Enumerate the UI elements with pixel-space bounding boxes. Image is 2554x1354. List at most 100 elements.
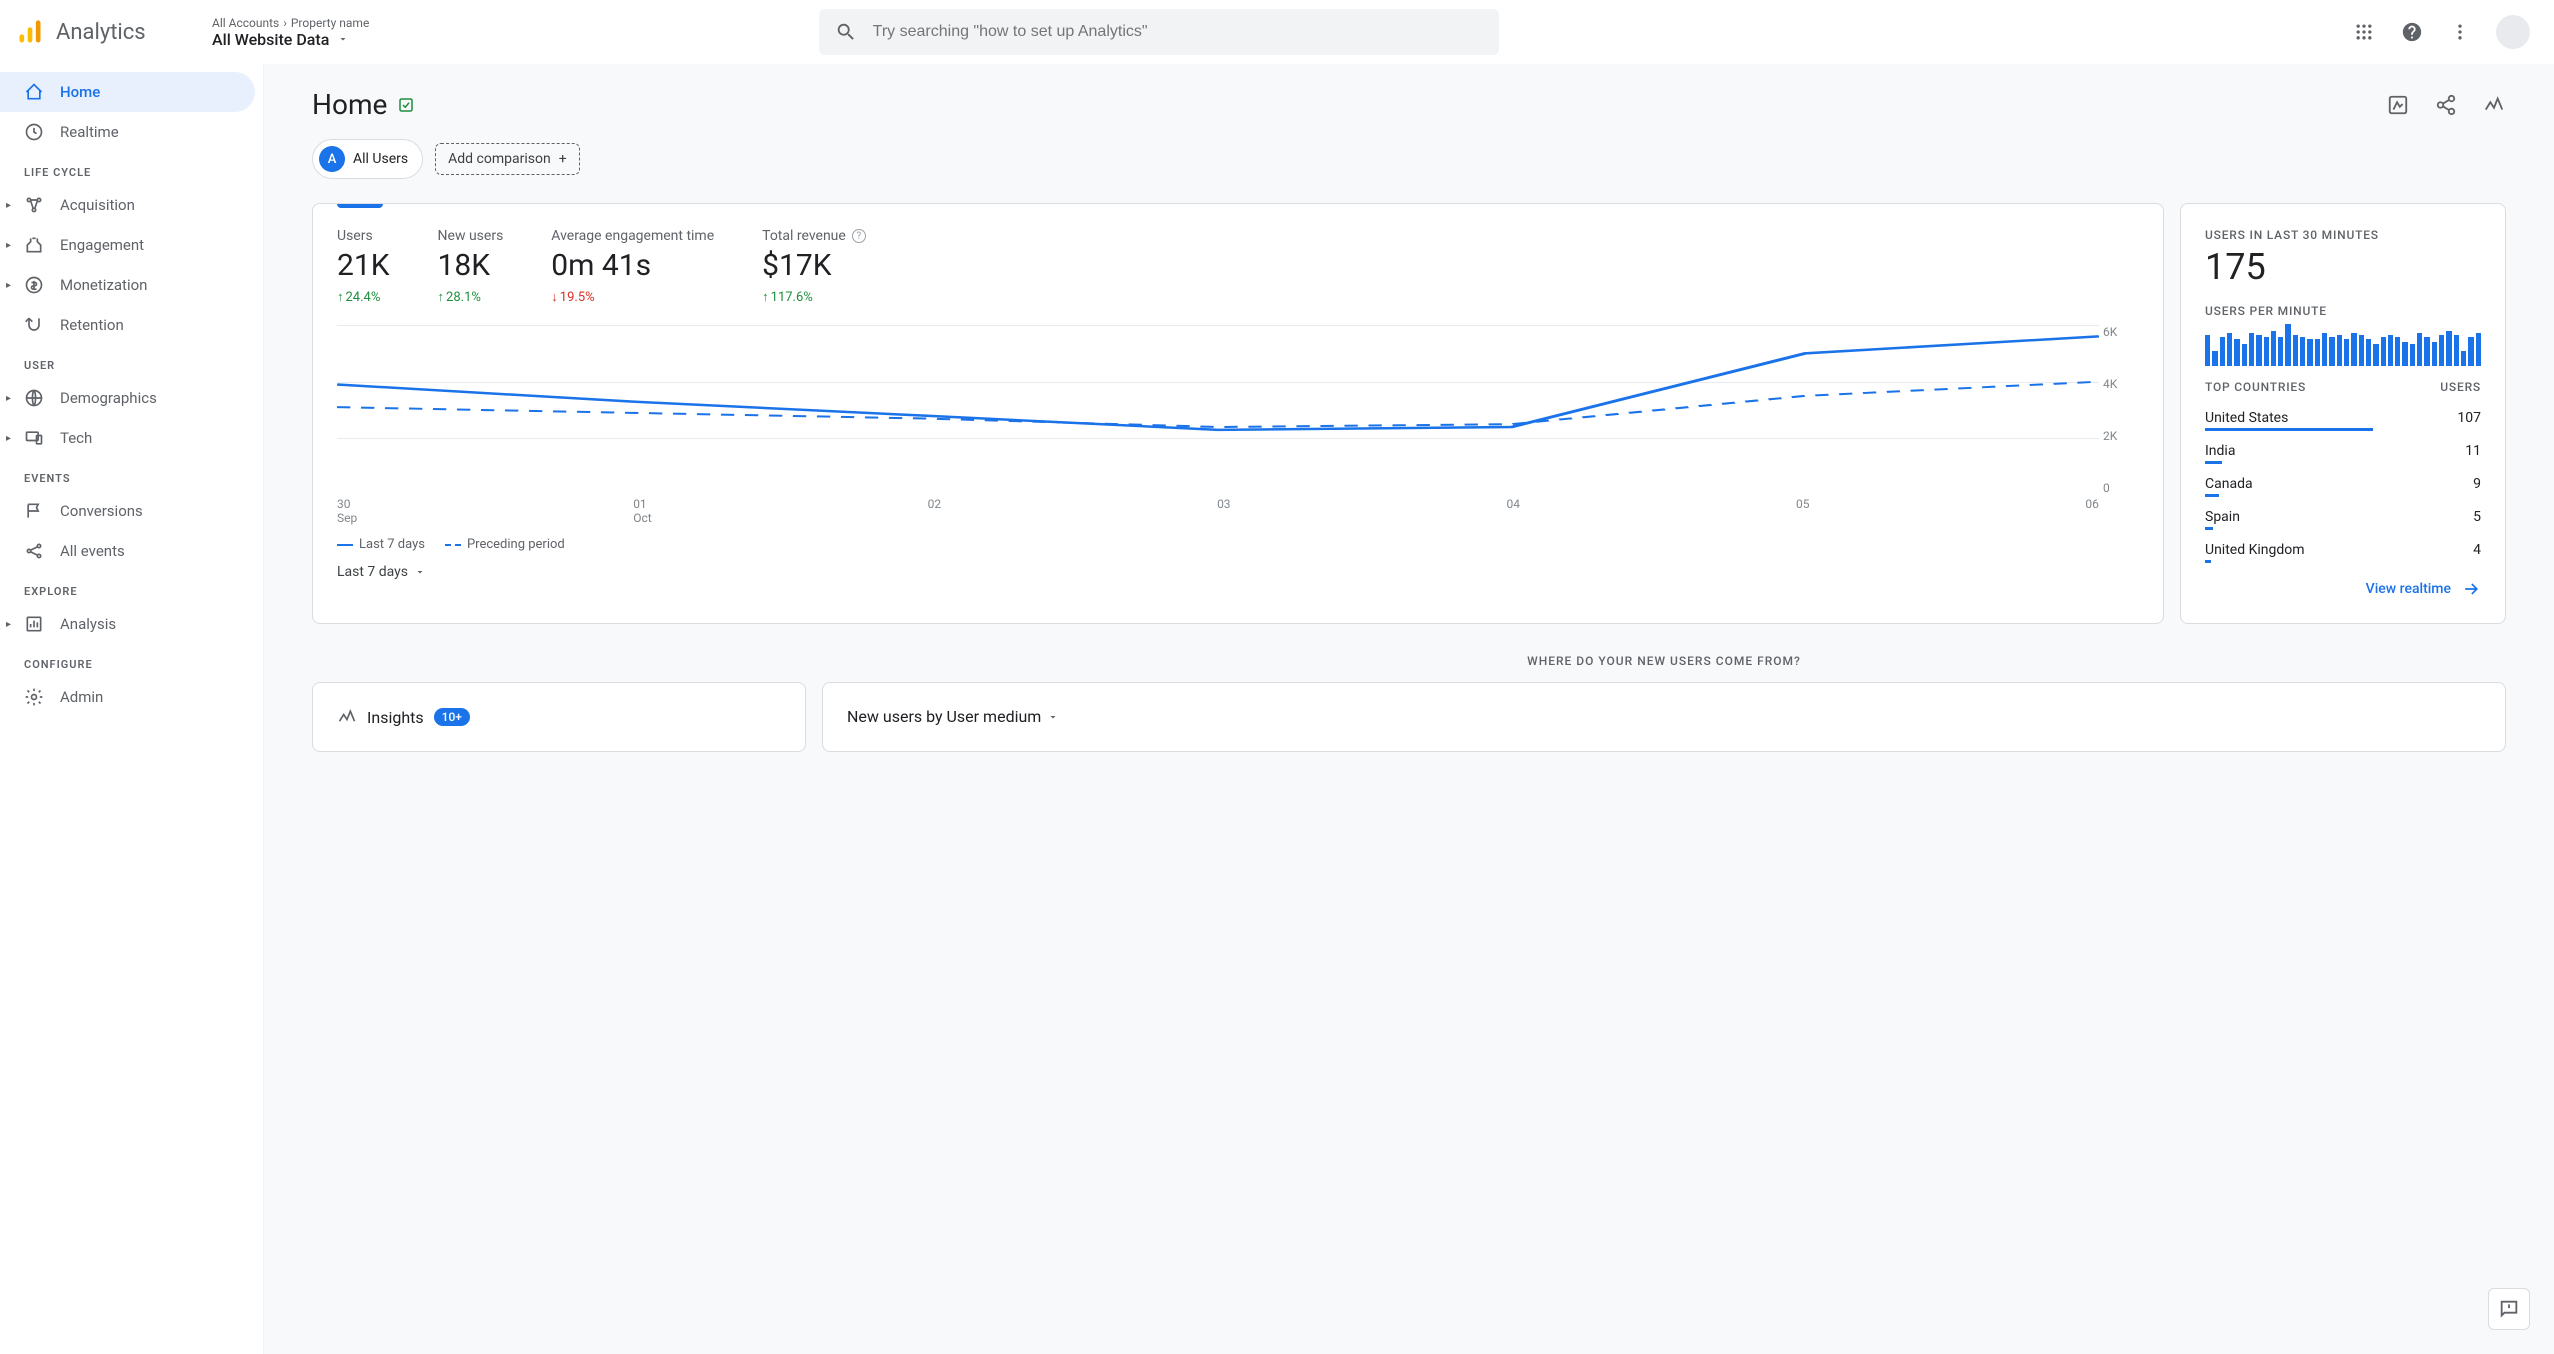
metric-delta: ↑28.1% (438, 289, 504, 305)
gear-icon (24, 687, 44, 707)
account-avatar[interactable] (2496, 15, 2530, 49)
sidebar-item-analysis[interactable]: ▸ Analysis (0, 604, 263, 644)
product-name: Analytics (56, 20, 146, 45)
segment-chip-allusers[interactable]: A All Users (312, 139, 423, 179)
metric-label: Total revenue? (762, 228, 866, 244)
country-row: United States107 (2205, 404, 2481, 431)
sidebar-item-label: Realtime (60, 123, 119, 141)
realtime-card: USERS IN LAST 30 MINUTES 175 USERS PER M… (2180, 203, 2506, 624)
sidebar-item-acquisition[interactable]: ▸ Acquisition (0, 185, 263, 225)
insights-icon (337, 707, 357, 727)
search-bar[interactable] (819, 9, 1499, 55)
expand-icon: ▸ (6, 433, 11, 444)
property-name: All Website Data (212, 30, 329, 49)
sidebar-item-label: Acquisition (60, 196, 135, 214)
property-selector[interactable]: All Accounts › Property name All Website… (212, 16, 392, 49)
metric-value: 0m 41s (551, 248, 714, 283)
metric-delta: ↓19.5% (551, 289, 714, 305)
sidebar-section-explore: EXPLORE (0, 571, 263, 604)
section-label-sources: WHERE DO YOUR NEW USERS COME FROM? (822, 654, 2506, 668)
metric-engagement[interactable]: Average engagement time 0m 41s ↓19.5% (551, 228, 714, 305)
metric-delta: ↑117.6% (762, 289, 866, 305)
add-comparison-label: Add comparison (448, 151, 551, 167)
devices-icon (24, 428, 44, 448)
metric-label: New users (438, 228, 504, 244)
sidebar-section-configure: CONFIGURE (0, 644, 263, 677)
expand-icon: ▸ (6, 619, 11, 630)
more-vert-icon[interactable] (2448, 20, 2472, 44)
sidebar-item-label: All events (60, 542, 125, 560)
active-metric-indicator (337, 204, 383, 208)
add-comparison-button[interactable]: Add comparison + (435, 143, 580, 175)
top-countries-label: TOP COUNTRIES (2205, 380, 2306, 394)
user-medium-selector[interactable]: New users by User medium (847, 707, 2481, 726)
sidebar-section-events: EVENTS (0, 458, 263, 491)
country-row: Canada9 (2205, 470, 2481, 497)
acquisition-icon (24, 195, 44, 215)
page-title: Home (312, 88, 387, 121)
date-range-picker[interactable]: Last 7 days (337, 564, 2139, 580)
metric-label: Average engagement time (551, 228, 714, 244)
sidebar-item-realtime[interactable]: Realtime (0, 112, 263, 152)
engagement-icon (24, 235, 44, 255)
feedback-button[interactable] (2488, 1288, 2530, 1330)
help-icon[interactable] (2400, 20, 2424, 44)
sidebar-item-monetization[interactable]: ▸ Monetization (0, 265, 263, 305)
expand-icon: ▸ (6, 240, 11, 251)
sidebar-item-allevents[interactable]: All events (0, 531, 263, 571)
main-content: Home A All Users Add comparison + (264, 64, 2554, 1354)
sidebar: Home Realtime LIFE CYCLE ▸ Acquisition ▸… (0, 64, 264, 1354)
help-tooltip-icon[interactable]: ? (852, 229, 866, 243)
insights-icon[interactable] (2482, 93, 2506, 117)
country-row: India11 (2205, 437, 2481, 464)
sidebar-item-label: Conversions (60, 502, 143, 520)
share-icon[interactable] (2434, 93, 2458, 117)
metric-users[interactable]: Users 21K ↑24.4% (337, 228, 390, 305)
expand-icon: ▸ (6, 280, 11, 291)
users-per-minute-sparkline (2205, 324, 2481, 366)
customize-icon[interactable] (2386, 93, 2410, 117)
search-icon (835, 21, 857, 43)
sidebar-item-demographics[interactable]: ▸ Demographics (0, 378, 263, 418)
realtime-users-value: 175 (2205, 246, 2481, 288)
metric-label: Users (337, 228, 390, 244)
search-input[interactable] (873, 23, 1483, 41)
chevron-right-icon: › (283, 16, 287, 30)
view-realtime-link[interactable]: View realtime (2205, 579, 2481, 599)
globe-icon (24, 388, 44, 408)
apps-grid-icon[interactable] (2352, 20, 2376, 44)
sidebar-item-label: Home (60, 83, 100, 101)
app-header: Analytics All Accounts › Property name A… (0, 0, 2554, 64)
sidebar-item-label: Monetization (60, 276, 147, 294)
legend-preceding: Preceding period (445, 537, 565, 552)
clock-icon (24, 122, 44, 142)
insights-count-badge: 10+ (434, 708, 470, 726)
users-column-label: USERS (2440, 380, 2481, 394)
overview-card: Users 21K ↑24.4% New users 18K ↑28.1% Av… (312, 203, 2164, 624)
sidebar-item-conversions[interactable]: Conversions (0, 491, 263, 531)
home-icon (24, 82, 44, 102)
user-medium-card: New users by User medium (822, 682, 2506, 752)
expand-icon: ▸ (6, 393, 11, 404)
sidebar-item-retention[interactable]: Retention (0, 305, 263, 345)
sidebar-item-engagement[interactable]: ▸ Engagement (0, 225, 263, 265)
sidebar-item-label: Demographics (60, 389, 157, 407)
metric-newusers[interactable]: New users 18K ↑28.1% (438, 228, 504, 305)
sidebar-section-user: USER (0, 345, 263, 378)
legend-last7: Last 7 days (337, 537, 425, 552)
metric-revenue[interactable]: Total revenue? $17K ↑117.6% (762, 228, 866, 305)
realtime-users-label: USERS IN LAST 30 MINUTES (2205, 228, 2481, 242)
insights-label: Insights (367, 708, 424, 727)
users-line-chart: 6K4K2K0 30Sep01Oct0203040506 (337, 325, 2139, 525)
segment-label: All Users (353, 151, 408, 167)
logo-block[interactable]: Analytics (16, 18, 196, 46)
segment-avatar: A (319, 146, 345, 172)
sidebar-item-tech[interactable]: ▸ Tech (0, 418, 263, 458)
retention-icon (24, 315, 44, 335)
sidebar-item-home[interactable]: Home (0, 72, 255, 112)
verified-icon (397, 96, 415, 114)
sidebar-item-admin[interactable]: Admin (0, 677, 263, 717)
dropdown-caret-icon (337, 33, 349, 45)
events-icon (24, 541, 44, 561)
monetization-icon (24, 275, 44, 295)
